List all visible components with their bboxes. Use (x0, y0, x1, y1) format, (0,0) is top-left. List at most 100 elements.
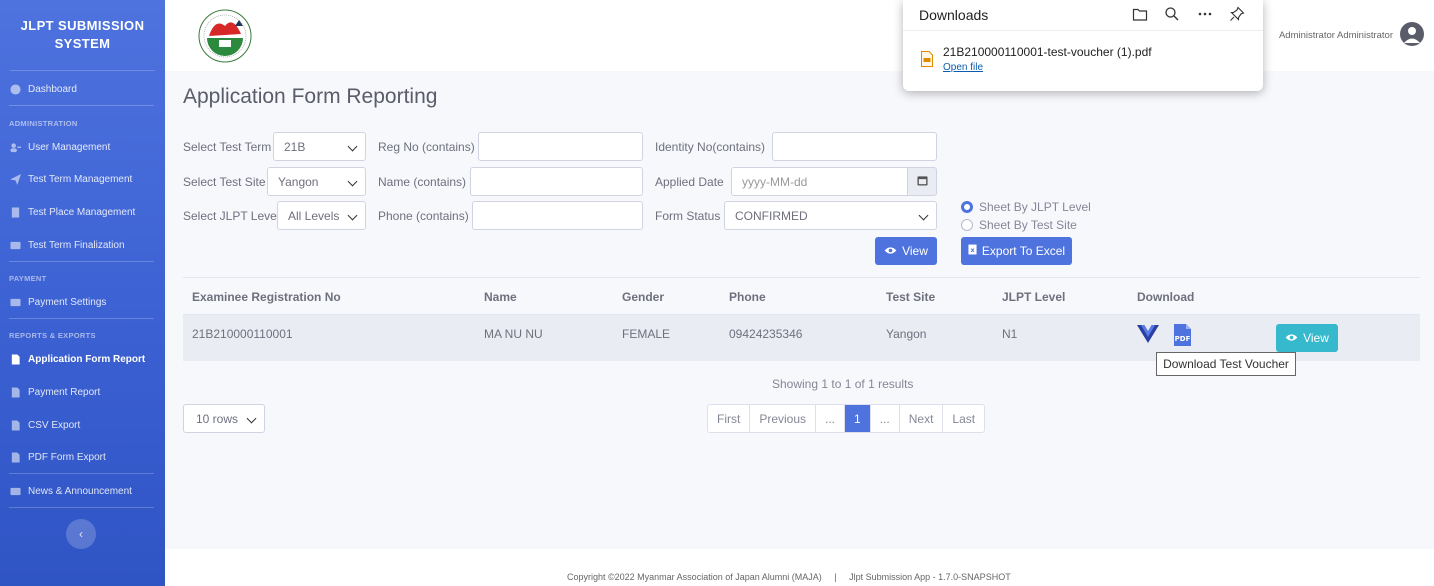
sidebar-item-test-term-management[interactable]: Test Term Management (0, 166, 165, 192)
sidebar-item-news-announcement[interactable]: News & Announcement (0, 478, 165, 504)
page-previous[interactable]: Previous (750, 405, 817, 432)
dashboard-icon (10, 83, 21, 95)
test-site-label: Select Test Site (183, 175, 266, 189)
page-next[interactable]: Next (900, 405, 944, 432)
test-term-label: Select Test Term (183, 140, 272, 154)
search-icon[interactable] (1164, 6, 1180, 22)
sheet-by-level-radio[interactable]: Sheet By JLPT Level (961, 200, 1091, 214)
file-icon (10, 386, 21, 398)
form-status-select[interactable]: CONFIRMED (724, 201, 937, 230)
radio-unchecked-icon (961, 219, 973, 231)
sidebar-item-csv-export[interactable]: CSV Export (0, 412, 165, 438)
sidebar-item-test-term-finalization[interactable]: Test Term Finalization (0, 232, 165, 258)
pin-icon[interactable] (1229, 6, 1245, 22)
sidebar-item-label: Payment Report (28, 386, 101, 398)
column-header[interactable]: Download (1137, 290, 1194, 304)
eye-icon (884, 244, 897, 258)
open-file-link[interactable]: Open file (943, 62, 983, 73)
sidebar-item-label: Test Term Finalization (28, 239, 125, 251)
export-excel-button[interactable]: x Export To Excel (961, 237, 1072, 265)
view-button-label: View (902, 244, 928, 258)
phone-label: Phone (contains) (378, 209, 469, 223)
radio-checked-icon (961, 201, 973, 213)
sidebar-item-label: Payment Settings (28, 296, 107, 308)
app-version-text: Jlpt Submission App - 1.7.0-SNAPSHOT (849, 572, 1011, 582)
column-header[interactable]: Phone (729, 290, 766, 304)
footer: Copyright ©2022 Myanmar Association of J… (165, 549, 1434, 586)
row-view-button[interactable]: View (1276, 324, 1338, 352)
jlpt-level-select[interactable]: All Levels (277, 201, 366, 230)
chevron-left-icon: ‹ (79, 527, 83, 541)
pdf-download-icon[interactable]: PDF (1173, 323, 1192, 352)
pdf-file-icon (921, 51, 933, 67)
building-icon (10, 206, 21, 218)
sidebar-divider (9, 261, 154, 262)
jlpt-level-value: All Levels (288, 208, 340, 223)
page-first[interactable]: First (708, 405, 751, 432)
test-term-select[interactable]: 21B (273, 132, 366, 161)
sheet-by-site-radio[interactable]: Sheet By Test Site (961, 218, 1077, 232)
paper-plane-icon (10, 173, 21, 185)
file-excel-icon: x (968, 244, 977, 258)
cell-reg-no: 21B210000110001 (192, 327, 293, 341)
sidebar-item-label: Dashboard (28, 83, 77, 95)
user-circle-icon[interactable] (1400, 22, 1424, 46)
sidebar-item-label: CSV Export (28, 419, 81, 431)
vuejs-download-icon[interactable] (1137, 324, 1159, 349)
brand[interactable]: JLPT SUBMISSION SYSTEM (10, 0, 155, 71)
column-header[interactable]: JLPT Level (1002, 290, 1065, 304)
sidebar-divider (9, 318, 154, 319)
more-icon[interactable] (1197, 6, 1213, 22)
column-header[interactable]: Examinee Registration No (192, 290, 341, 304)
sidebar-item-test-place-management[interactable]: Test Place Management (0, 199, 165, 225)
brand-line-2: SYSTEM (54, 36, 111, 51)
downloads-title: Downloads (919, 7, 989, 23)
rows-per-page-value: 10 rows (196, 411, 239, 426)
view-button[interactable]: View (875, 237, 937, 265)
name-label: Name (contains) (378, 175, 467, 189)
downloads-separator (903, 30, 1263, 31)
sidebar-item-payment-settings[interactable]: Payment Settings (0, 289, 165, 315)
column-header[interactable]: Name (484, 290, 517, 304)
applied-date-input[interactable]: yyyy-MM-dd (731, 167, 908, 196)
folder-icon[interactable] (1132, 6, 1148, 22)
column-header[interactable]: Gender (622, 290, 664, 304)
identity-input[interactable] (772, 132, 937, 161)
file-icon (10, 451, 21, 463)
column-header[interactable]: Test Site (886, 290, 935, 304)
phone-input[interactable] (472, 201, 643, 230)
row-view-label: View (1303, 331, 1329, 345)
sidebar-item-pdf-form-export[interactable]: PDF Form Export (0, 444, 165, 470)
table-header: Examinee Registration No Name Gender Pho… (183, 277, 1420, 315)
maja-logo (195, 8, 255, 64)
sidebar-item-label: Test Place Management (28, 206, 136, 218)
name-input[interactable] (470, 167, 643, 196)
download-tooltip: Download Test Voucher (1156, 352, 1296, 376)
download-file-name[interactable]: 21B210000110001-test-voucher (1).pdf (943, 45, 1152, 59)
sidebar-item-label: User Management (28, 141, 111, 153)
page-last[interactable]: Last (943, 405, 984, 432)
users-icon (10, 142, 21, 153)
reg-no-input[interactable] (478, 132, 643, 161)
test-site-select[interactable]: Yangon (267, 167, 366, 196)
brand-line-1: JLPT SUBMISSION (20, 18, 145, 33)
sidebar-item-application-form-report[interactable]: Application Form Report (0, 346, 165, 372)
user-name[interactable]: Administrator Administrator (1279, 30, 1393, 41)
cell-gender: FEMALE (622, 327, 671, 341)
calendar-icon (916, 173, 928, 191)
downloads-panel: Downloads 21B210000110001-test-voucher (… (903, 0, 1263, 91)
file-icon (10, 353, 21, 365)
sidebar-item-dashboard[interactable]: Dashboard (0, 76, 165, 102)
rows-per-page-select[interactable]: 10 rows (183, 404, 265, 433)
sidebar-heading-administration: ADMINISTRATION (9, 119, 78, 128)
sheet-by-level-label: Sheet By JLPT Level (979, 200, 1091, 214)
credit-card-icon (10, 297, 21, 308)
sidebar-item-payment-report[interactable]: Payment Report (0, 379, 165, 405)
file-icon (10, 419, 21, 431)
sidebar-toggle-button[interactable]: ‹ (66, 519, 96, 549)
calendar-button[interactable] (907, 167, 937, 196)
sidebar-item-user-management[interactable]: User Management (0, 134, 165, 160)
cell-test-site: Yangon (886, 327, 927, 341)
test-site-value: Yangon (278, 174, 319, 189)
page-current[interactable]: 1 (845, 405, 871, 432)
